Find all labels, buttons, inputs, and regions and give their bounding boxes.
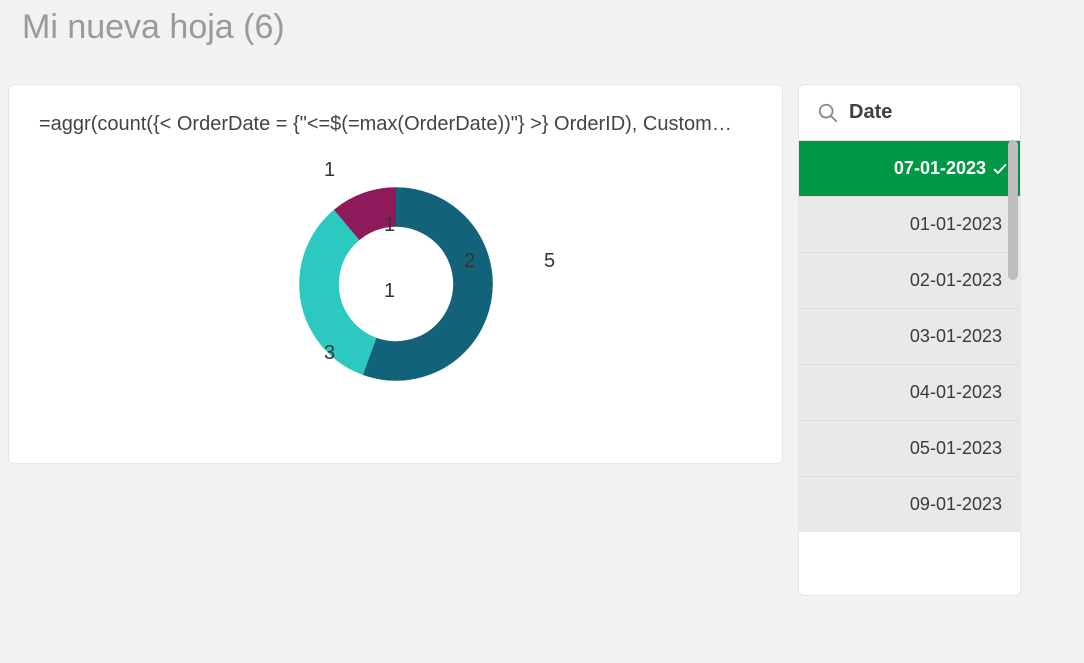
donut-outer-label-3: 3 [324, 342, 335, 365]
filter-item[interactable]: 09-01-2023 [799, 476, 1020, 532]
filter-item-label: 09-01-2023 [910, 494, 1002, 515]
filter-item-label: 05-01-2023 [910, 438, 1002, 459]
filter-item[interactable]: 04-01-2023 [799, 364, 1020, 420]
donut-inner-label-bottom: 1 [384, 280, 395, 303]
scrollbar-thumb[interactable] [1008, 140, 1018, 280]
scrollbar[interactable] [1008, 140, 1018, 593]
filter-header[interactable]: Date [799, 85, 1020, 140]
donut-svg [286, 174, 506, 394]
filter-list[interactable]: 07-01-2023 01-01-2023 02-01-2023 03-01-2… [799, 140, 1020, 595]
filter-item[interactable]: 03-01-2023 [799, 308, 1020, 364]
filter-item-selected[interactable]: 07-01-2023 [799, 140, 1020, 196]
chart-formula: =aggr(count({< OrderDate = {"<=$(=max(Or… [39, 113, 752, 136]
filter-title: Date [849, 101, 892, 124]
filter-item-label: 07-01-2023 [894, 158, 986, 179]
filter-item-label: 03-01-2023 [910, 326, 1002, 347]
donut-outer-label-5: 5 [544, 250, 555, 273]
filter-item-label: 01-01-2023 [910, 214, 1002, 235]
donut-chart[interactable]: 1 3 5 1 2 1 [39, 154, 752, 414]
filter-item[interactable]: 01-01-2023 [799, 196, 1020, 252]
check-icon [992, 161, 1008, 177]
search-icon[interactable] [817, 102, 839, 124]
filter-item[interactable]: 02-01-2023 [799, 252, 1020, 308]
filter-item[interactable]: 05-01-2023 [799, 420, 1020, 476]
filter-item-label: 04-01-2023 [910, 382, 1002, 403]
filter-item-label: 02-01-2023 [910, 270, 1002, 291]
filter-pane-date[interactable]: Date 07-01-2023 01-01-2023 02-01-2023 03… [798, 84, 1021, 596]
chart-card[interactable]: =aggr(count({< OrderDate = {"<=$(=max(Or… [8, 84, 783, 464]
page-title: Mi nueva hoja (6) [22, 8, 285, 47]
donut-outer-label-1: 1 [324, 159, 335, 182]
donut-inner-label-top: 1 [384, 214, 395, 237]
donut-inner-label-right: 2 [464, 250, 475, 273]
